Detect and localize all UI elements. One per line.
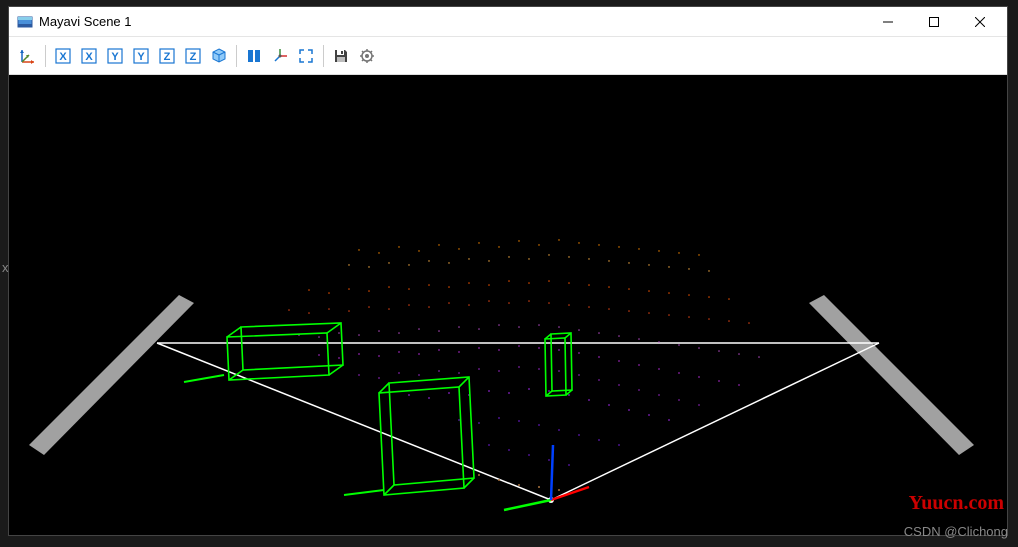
bounding-box-1 (227, 323, 343, 380)
ground-edge-left (29, 295, 194, 455)
heading-arrow-2 (344, 490, 384, 495)
reset-view-button[interactable] (16, 44, 40, 68)
watermark-author: CSDN @Clichong (904, 524, 1008, 539)
view-x-minus-button[interactable]: X (77, 44, 101, 68)
separator (45, 45, 46, 67)
separator (323, 45, 324, 67)
svg-text:X: X (85, 51, 93, 63)
show-axes-button[interactable] (268, 44, 292, 68)
view-y-minus-button[interactable]: Y (129, 44, 153, 68)
isometric-view-button[interactable] (207, 44, 231, 68)
svg-text:Z: Z (190, 51, 197, 63)
minimize-button[interactable] (865, 7, 911, 37)
svg-text:Y: Y (111, 51, 119, 63)
view-y-plus-button[interactable]: Y (103, 44, 127, 68)
watermark-site: Yuucn.com (909, 492, 1004, 515)
ground-edge-right (809, 295, 974, 455)
fullscreen-button[interactable] (294, 44, 318, 68)
configure-button[interactable] (355, 44, 379, 68)
titlebar: Mayavi Scene 1 (9, 7, 1007, 37)
toolbar: X X Y Y Z Z (9, 37, 1007, 75)
app-icon (17, 14, 33, 30)
svg-text:Y: Y (137, 51, 145, 63)
view-z-minus-button[interactable]: Z (181, 44, 205, 68)
scene-render (9, 75, 1007, 535)
separator (236, 45, 237, 67)
3d-viewport[interactable] (9, 75, 1007, 535)
close-button[interactable] (957, 7, 1003, 37)
maximize-button[interactable] (911, 7, 957, 37)
camera-frustum (157, 343, 879, 500)
axes-gizmo (504, 445, 589, 510)
bounding-box-2 (379, 377, 474, 495)
save-button[interactable] (329, 44, 353, 68)
main-window: Mayavi Scene 1 X X (8, 6, 1008, 536)
svg-text:X: X (59, 51, 67, 63)
point-cloud (288, 239, 760, 491)
parallel-projection-button[interactable] (242, 44, 266, 68)
window-title: Mayavi Scene 1 (39, 14, 865, 29)
view-z-plus-button[interactable]: Z (155, 44, 179, 68)
view-x-plus-button[interactable]: X (51, 44, 75, 68)
heading-arrow-1 (184, 375, 224, 382)
svg-text:Z: Z (164, 51, 171, 63)
